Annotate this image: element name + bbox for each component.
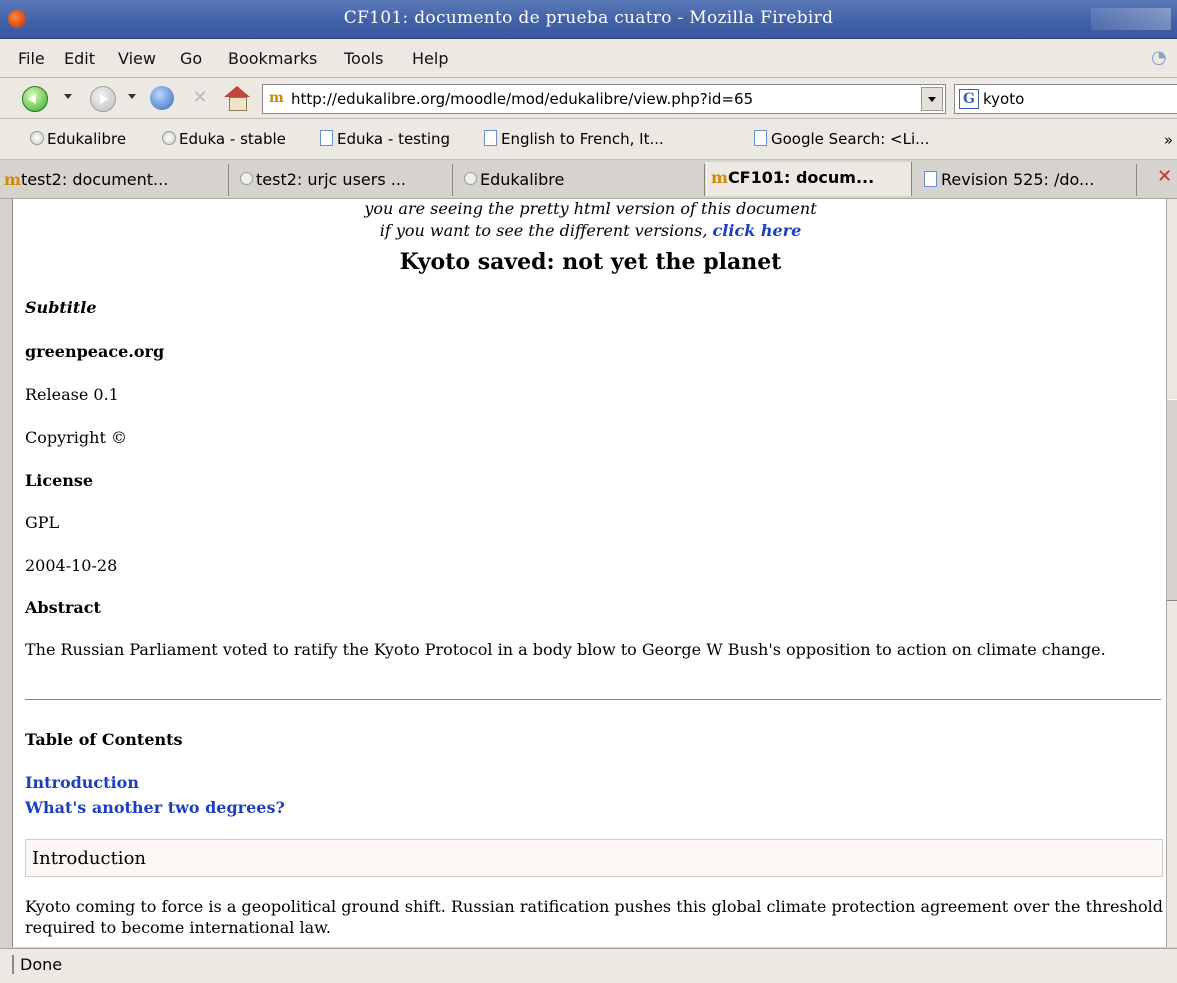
toc-link-introduction[interactable]: Introduction	[25, 773, 139, 792]
bookmarks-toolbar: Edukalibre Eduka - stable Eduka - testin…	[0, 119, 1177, 160]
section-heading: Introduction	[32, 848, 146, 869]
section-paragraph: Kyoto coming to force is a geopolitical …	[25, 897, 1163, 937]
page-content: you are seeing the pretty html version o…	[12, 199, 1168, 947]
forward-history-dropdown[interactable]	[128, 94, 136, 99]
page-icon	[924, 171, 937, 187]
moodle-favicon-icon: m	[4, 170, 21, 189]
bookmark-item[interactable]: Eduka - stable	[162, 130, 286, 148]
back-history-dropdown[interactable]	[64, 94, 72, 99]
globe-icon	[162, 131, 176, 145]
subtitle-label: Subtitle	[25, 298, 97, 317]
tab-active[interactable]: mCF101: docum...	[706, 162, 912, 196]
menu-go[interactable]: Go	[180, 49, 202, 68]
menu-bar: File Edit View Go Bookmarks Tools Help ◔	[0, 39, 1177, 78]
globe-icon	[464, 172, 477, 185]
license-label: License	[25, 471, 94, 490]
menu-tools[interactable]: Tools	[344, 49, 383, 68]
abstract-text: The Russian Parliament voted to ratify t…	[25, 640, 1106, 659]
menu-view[interactable]: View	[118, 49, 156, 68]
bookmark-item[interactable]: Google Search: <Li...	[754, 130, 929, 148]
tab[interactable]: mtest2: document...	[0, 164, 229, 196]
globe-icon	[240, 172, 253, 185]
window-title: CF101: documento de prueba cuatro - Mozi…	[343, 8, 834, 28]
menu-bookmarks[interactable]: Bookmarks	[228, 49, 317, 68]
tab[interactable]: Edukalibre	[460, 164, 705, 196]
close-tab-icon[interactable]: ✕	[1157, 168, 1175, 186]
menu-edit[interactable]: Edit	[64, 49, 95, 68]
tab-bar: mtest2: document... test2: urjc users ..…	[0, 160, 1177, 199]
status-bar: Done	[0, 948, 1177, 983]
version-hint-line2: if you want to see the different version…	[379, 221, 802, 240]
toc-label: Table of Contents	[25, 730, 183, 749]
menu-file[interactable]: File	[18, 49, 45, 68]
reload-button[interactable]	[150, 86, 174, 110]
moodle-favicon-icon: m	[269, 90, 284, 106]
window-controls[interactable]	[1091, 8, 1171, 30]
document-title: Kyoto saved: not yet the planet	[399, 249, 782, 275]
search-input[interactable]: kyoto	[983, 90, 1024, 108]
search-box[interactable]: G kyoto	[954, 84, 1177, 114]
organization: greenpeace.org	[25, 342, 165, 361]
click-here-link[interactable]: click here	[713, 221, 802, 240]
bookmark-item[interactable]: English to French, It...	[484, 130, 664, 148]
page-icon	[484, 130, 497, 146]
page-icon	[754, 130, 767, 146]
status-text: Done	[12, 955, 62, 974]
bookmark-item[interactable]: Edukalibre	[30, 130, 126, 148]
version-hint: you are seeing the pretty html version o…	[364, 199, 817, 218]
moodle-favicon-icon: m	[711, 168, 728, 187]
back-button[interactable]	[22, 86, 48, 112]
toc-link-two-degrees[interactable]: What's another two degrees?	[25, 798, 285, 817]
divider	[25, 699, 1161, 700]
throbber-icon: ◔	[1151, 47, 1167, 68]
bookmark-item[interactable]: Eduka - testing	[320, 130, 450, 148]
document-date: 2004-10-28	[25, 556, 118, 575]
bookmarks-overflow-chevron[interactable]: »	[1164, 131, 1173, 149]
section-heading-box: Introduction	[25, 839, 1163, 877]
page-icon	[320, 130, 333, 146]
url-history-dropdown[interactable]	[921, 87, 943, 111]
stop-button[interactable]: ✕	[190, 88, 210, 108]
scrollbar-thumb[interactable]	[1167, 399, 1177, 601]
globe-icon	[30, 131, 44, 145]
tab[interactable]: test2: urjc users ...	[236, 164, 453, 196]
home-icon	[224, 86, 250, 97]
home-button[interactable]	[224, 86, 250, 111]
window-titlebar: CF101: documento de prueba cuatro - Mozi…	[0, 0, 1177, 39]
forward-button[interactable]	[90, 86, 116, 112]
tab[interactable]: Revision 525: /do...	[920, 164, 1137, 196]
url-bar[interactable]: m http://edukalibre.org/moodle/mod/eduka…	[262, 84, 946, 114]
abstract-label: Abstract	[25, 598, 101, 617]
url-text[interactable]: http://edukalibre.org/moodle/mod/edukali…	[291, 90, 753, 108]
menu-help[interactable]: Help	[412, 49, 448, 68]
vertical-scrollbar[interactable]	[1166, 199, 1177, 947]
copyright: Copyright ©	[25, 428, 127, 447]
release: Release 0.1	[25, 385, 119, 404]
navigation-toolbar: ✕ m http://edukalibre.org/moodle/mod/edu…	[0, 78, 1177, 119]
google-icon[interactable]: G	[959, 89, 979, 109]
license-value: GPL	[25, 513, 60, 532]
